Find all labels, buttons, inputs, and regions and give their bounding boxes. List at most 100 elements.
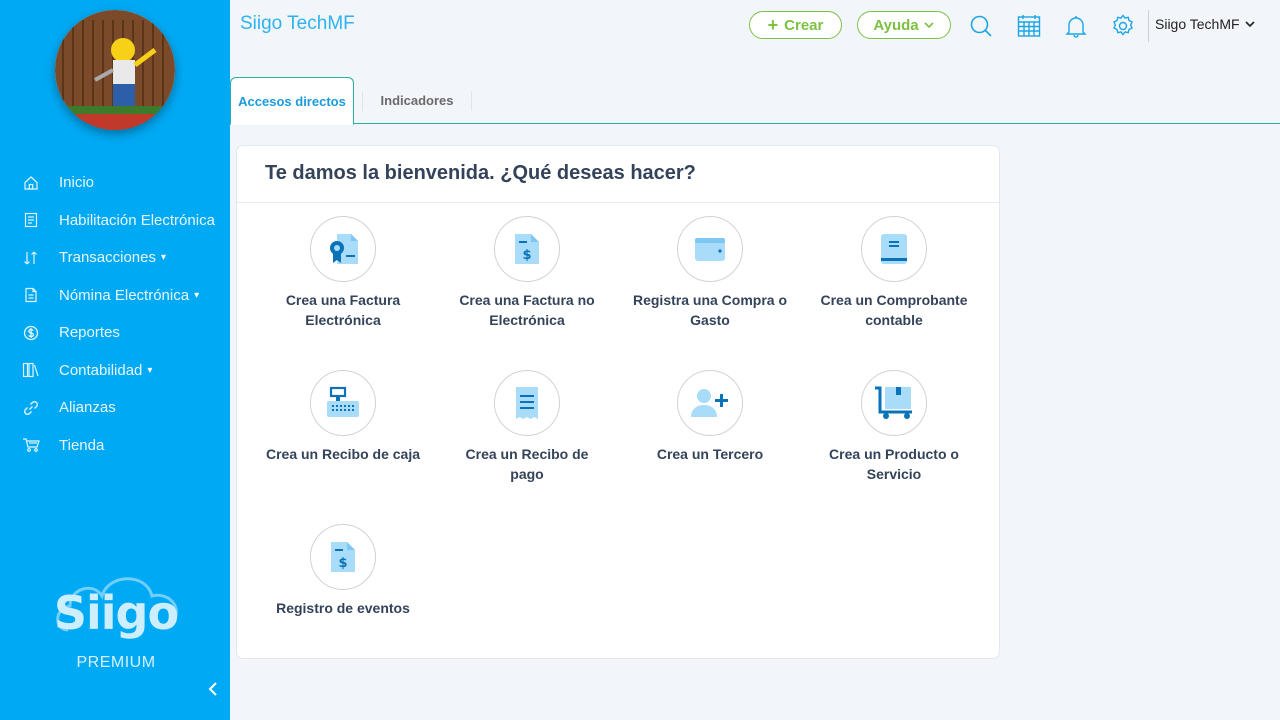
tab-accesos-directos[interactable]: Accesos directos [230,77,354,125]
sidebar-item-transacciones[interactable]: Transacciones ▾ [0,239,230,277]
gear-icon [1113,14,1133,36]
settings-button[interactable] [1111,14,1135,38]
chevron-down-icon: ▾ [194,289,200,301]
card-divider [237,202,999,203]
action-cash-receipt[interactable]: Crea un Recibo de caja [251,370,435,464]
sidebar-item-tienda[interactable]: Tienda [0,427,230,465]
user-separator [1148,10,1149,42]
action-icon-circle [677,370,743,436]
document-icon [22,211,40,229]
action-icon-circle [677,216,743,282]
top-bar: Siigo TechMF + Crear Ayuda Siigo TechMF [230,0,1280,48]
sidebar-item-reportes[interactable]: Reportes [0,314,230,352]
action-label: Registra una Compra o Gasto [632,292,788,328]
create-button-label: Crear [784,16,824,34]
help-button-label: Ayuda [873,16,919,34]
reports-icon [22,324,40,342]
sidebar-item-contabilidad[interactable]: Contabilidad ▾ [0,352,230,390]
action-label: Crea una Factura Electrónica [285,292,401,328]
sidebar-item-label: Tienda [59,436,105,454]
action-icon-circle [494,370,560,436]
search-icon [970,15,992,37]
action-label: Crea un Recibo de caja [265,446,421,462]
action-electronic-invoice[interactable]: Crea una Factura Electrónica [251,216,435,330]
tab-bar: Accesos directos Indicadores [230,76,1280,125]
brand-logo: Siigo PREMIUM [50,568,182,672]
avatar[interactable] [55,10,175,130]
sidebar-item-label: Reportes [59,324,120,342]
chevron-down-icon: ▾ [161,252,167,264]
sidebar-item-nomina[interactable]: Nómina Electrónica ▾ [0,277,230,315]
action-label: Crea un Producto o Servicio [829,446,959,482]
avatar-image [55,10,175,130]
receipt-icon [516,387,538,419]
link-icon [22,399,40,417]
action-third-party[interactable]: Crea un Tercero [618,370,802,464]
action-purchase-expense[interactable]: Registra una Compra o Gasto [618,216,802,330]
tab-label: Accesos directos [238,93,346,109]
sidebar-item-inicio[interactable]: Inicio [0,164,230,202]
sidebar-item-label: Contabilidad [59,361,143,379]
action-label: Crea un Tercero [656,446,764,462]
action-invoice[interactable]: $ Crea una Factura no Electrónica [435,216,619,330]
ledger-book-icon [881,234,907,264]
svg-text:$: $ [338,556,347,571]
sidebar-item-label: Transacciones [59,249,156,267]
sidebar-item-alianzas[interactable]: Alianzas [0,389,230,427]
bell-icon [1065,16,1087,38]
chevron-down-icon [1244,21,1255,28]
svg-text:$: $ [522,248,531,263]
collapse-sidebar-button[interactable] [204,680,222,698]
event-log-icon: $ [331,542,355,572]
home-icon [22,174,40,192]
create-button[interactable]: + Crear [749,11,842,39]
tab-label: Indicadores [380,93,454,108]
brand-name: Siigo [53,586,179,640]
tab-divider [362,91,363,111]
wallet-icon [695,238,725,261]
sidebar-item-label: Alianzas [59,399,116,417]
invoice-icon: $ [515,234,539,264]
search-button[interactable] [969,14,993,38]
calendar-icon [1017,15,1041,37]
user-name: Siigo TechMF [1155,16,1240,32]
company-title: Siigo TechMF [240,13,355,34]
calendar-button[interactable] [1017,14,1041,38]
action-icon-circle [861,370,927,436]
action-icon-circle: $ [310,524,376,590]
sidebar-item-label: Habilitación Electrónica [59,211,215,229]
electronic-invoice-icon [330,234,358,264]
tab-divider [471,91,472,111]
action-accounting-voucher[interactable]: Crea un Comprobante contable [802,216,986,330]
help-button[interactable]: Ayuda [857,11,951,39]
cart-icon [22,436,40,454]
sidebar-item-label: Inicio [59,174,95,192]
action-icon-circle [310,370,376,436]
add-person-icon [691,389,728,417]
sidebar-item-label: Nómina Electrónica [59,286,190,304]
action-icon-circle [310,216,376,282]
welcome-title: Te damos la bienvenida. ¿Qué deseas hace… [265,162,696,184]
transactions-icon [22,249,40,267]
tab-indicadores[interactable]: Indicadores [362,77,472,124]
sidebar-item-habilitacion[interactable]: Habilitación Electrónica [0,202,230,240]
action-icon-circle: $ [494,216,560,282]
action-icon-circle [861,216,927,282]
plus-icon: + [767,15,779,35]
notifications-button[interactable] [1064,14,1088,38]
chevron-down-icon: ▾ [147,364,153,376]
accounting-icon [22,361,40,379]
action-payment-receipt[interactable]: Crea un Recibo de pago [435,370,619,484]
action-label: Registro de eventos [276,600,410,616]
shortcuts-card: Te damos la bienvenida. ¿Qué deseas hace… [236,145,1000,659]
action-event-log[interactable]: $ Registro de eventos [251,524,435,618]
action-label: Crea una Factura no Electrónica [459,292,595,328]
sidebar-nav: Inicio Habilitación Electrónica Transacc… [0,164,230,464]
user-menu[interactable]: Siigo TechMF [1155,16,1256,32]
payroll-icon [22,286,40,304]
product-cart-icon [875,386,912,419]
cash-register-icon [327,386,359,417]
action-label: Crea un Comprobante contable [820,292,968,328]
action-label: Crea un Recibo de pago [465,446,589,482]
action-product-service[interactable]: Crea un Producto o Servicio [802,370,986,484]
